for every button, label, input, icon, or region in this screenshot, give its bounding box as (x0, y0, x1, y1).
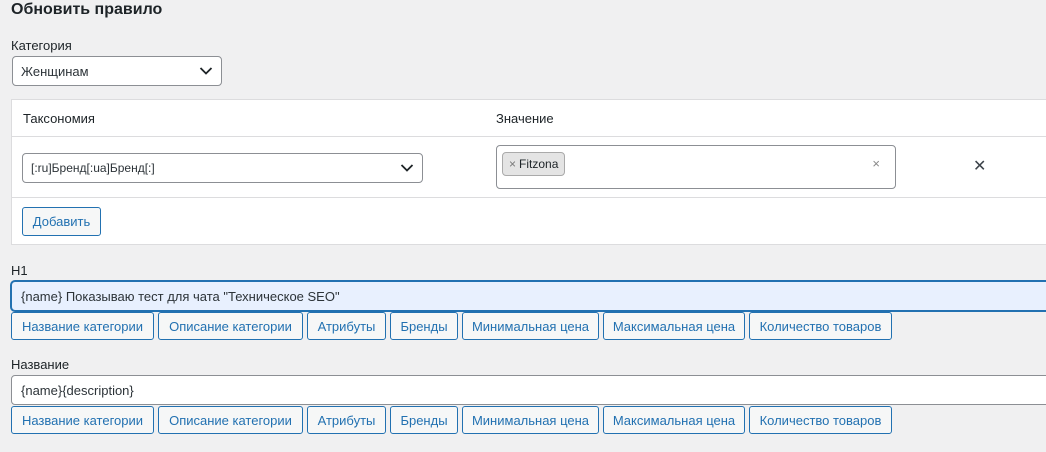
name-insert-category-description-button[interactable]: Описание категории (158, 406, 303, 434)
taxonomy-select-value: [:ru]Бренд[:ua]Бренд[:] (31, 161, 155, 175)
remove-row-icon[interactable]: ✕ (973, 156, 986, 176)
h1-insert-max-price-button[interactable]: Максимальная цена (603, 312, 745, 340)
value-column-header: Значение (496, 111, 554, 126)
chevron-down-icon (400, 164, 414, 172)
chevron-down-icon (199, 67, 213, 75)
name-insert-min-price-button[interactable]: Минимальная цена (462, 406, 599, 434)
h1-insert-category-name-button[interactable]: Название категории (11, 312, 154, 340)
page-title: Обновить правило (11, 1, 163, 18)
h1-insert-min-price-button[interactable]: Минимальная цена (462, 312, 599, 340)
name-insert-attributes-button[interactable]: Атрибуты (307, 406, 386, 434)
add-button[interactable]: Добавить (22, 207, 101, 236)
name-input[interactable]: {name}{description} (11, 375, 1046, 405)
h1-input[interactable]: {name} Показываю тест для чата "Техничес… (11, 281, 1046, 311)
h1-insert-product-count-button[interactable]: Количество товаров (749, 312, 892, 340)
h1-insert-attributes-button[interactable]: Атрибуты (307, 312, 386, 340)
taxonomy-column-header: Таксономия (23, 111, 95, 126)
chip-label: Fitzona (519, 157, 559, 171)
h1-insert-category-description-button[interactable]: Описание категории (158, 312, 303, 340)
h1-input-value: {name} Показываю тест для чата "Техничес… (21, 288, 340, 304)
name-label: Название (11, 357, 70, 372)
category-label: Категория (11, 38, 72, 53)
value-multiselect[interactable]: × Fitzona × (496, 145, 896, 189)
clear-icon[interactable]: × (872, 156, 880, 171)
taxonomy-select[interactable]: [:ru]Бренд[:ua]Бренд[:] (22, 153, 423, 183)
value-chip: × Fitzona (502, 152, 566, 176)
h1-label: H1 (11, 263, 28, 278)
taxonomy-table: Таксономия Значение [:ru]Бренд[:ua]Бренд… (11, 99, 1046, 245)
name-input-value: {name}{description} (21, 382, 134, 398)
name-insert-brands-button[interactable]: Бренды (390, 406, 458, 434)
chip-remove-icon[interactable]: × (509, 157, 516, 171)
taxonomy-row: [:ru]Бренд[:ua]Бренд[:] × Fitzona × ✕ (12, 137, 1046, 198)
taxonomy-table-header: Таксономия Значение (12, 100, 1046, 137)
name-insert-category-name-button[interactable]: Название категории (11, 406, 154, 434)
name-insert-product-count-button[interactable]: Количество товаров (749, 406, 892, 434)
update-rule-page: Обновить правило Категория Женщинам Такс… (0, 0, 1046, 452)
category-select[interactable]: Женщинам (12, 56, 222, 86)
name-insert-max-price-button[interactable]: Максимальная цена (603, 406, 745, 434)
h1-insert-brands-button[interactable]: Бренды (390, 312, 458, 340)
category-select-value: Женщинам (21, 63, 89, 79)
